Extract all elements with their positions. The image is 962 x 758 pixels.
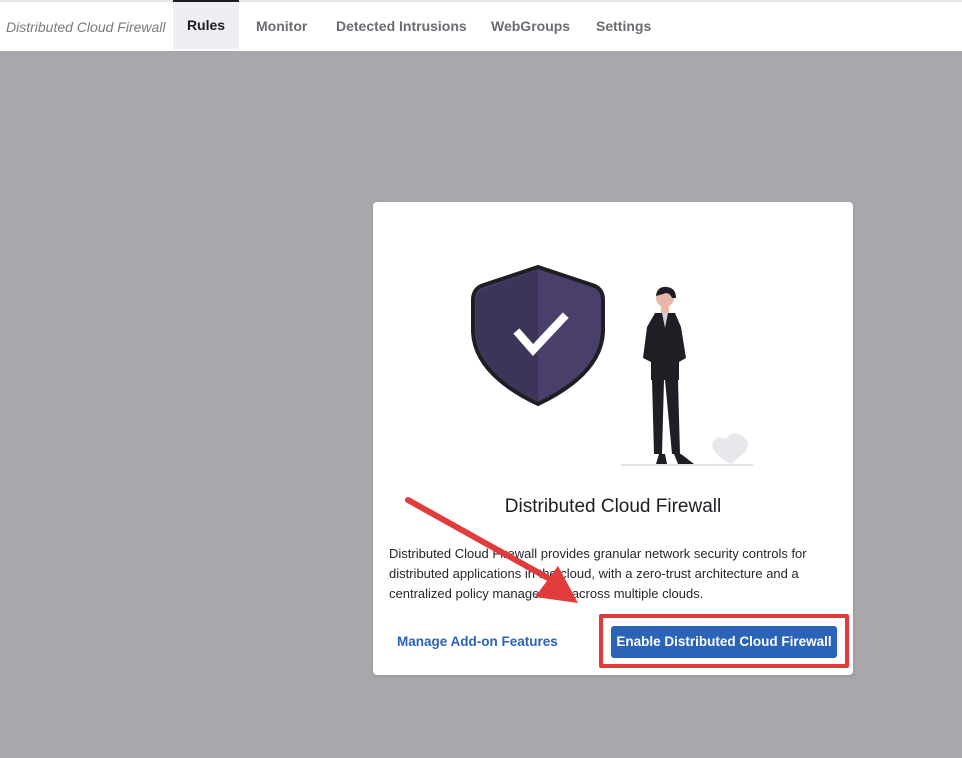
tab-monitor[interactable]: Monitor bbox=[256, 2, 307, 51]
tab-settings[interactable]: Settings bbox=[596, 2, 651, 51]
tab-detected-intrusions[interactable]: Detected Intrusions bbox=[336, 2, 467, 51]
heart-icon bbox=[712, 433, 749, 464]
tab-rules[interactable]: Rules bbox=[173, 0, 239, 49]
manage-addon-features-link[interactable]: Manage Add-on Features bbox=[397, 634, 558, 649]
enable-firewall-button[interactable]: Enable Distributed Cloud Firewall bbox=[611, 626, 837, 658]
top-nav-bar: Distributed Cloud Firewall Rules Monitor… bbox=[0, 0, 962, 51]
card-description: Distributed Cloud Firewall provides gran… bbox=[389, 546, 807, 601]
firewall-illustration bbox=[471, 264, 753, 466]
tab-webgroups[interactable]: WebGroups bbox=[491, 2, 570, 51]
shield-check-icon bbox=[471, 264, 605, 407]
card-title: Distributed Cloud Firewall bbox=[504, 496, 722, 517]
app-title: Distributed Cloud Firewall bbox=[6, 19, 166, 35]
enable-firewall-card: Distributed Cloud Firewall Distributed C… bbox=[373, 202, 853, 675]
